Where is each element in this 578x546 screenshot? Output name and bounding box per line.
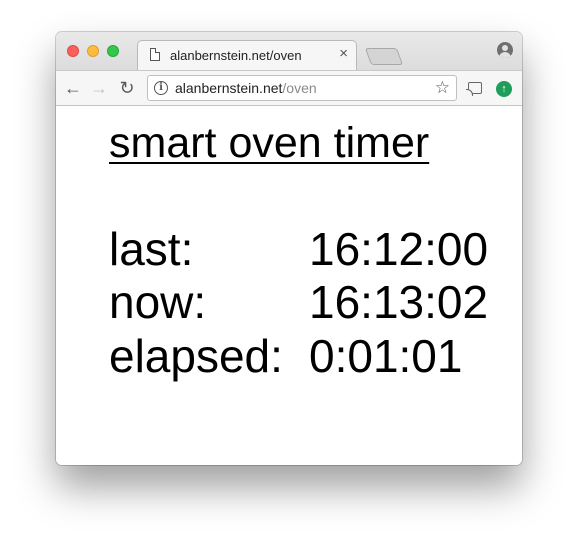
profile-icon[interactable] bbox=[497, 42, 513, 58]
tab-active[interactable]: alanbernstein.net/oven × bbox=[137, 40, 357, 70]
minimize-window-button[interactable] bbox=[87, 45, 99, 57]
url-host: alanbernstein.net bbox=[175, 80, 283, 96]
forward-arrow-icon[interactable]: → bbox=[88, 77, 110, 99]
last-label: last: bbox=[109, 223, 194, 275]
back-arrow-icon[interactable]: ← bbox=[62, 77, 84, 99]
address-bar[interactable]: i alanbernstein.net/oven ☆ bbox=[147, 75, 457, 101]
reload-icon[interactable]: ↻ bbox=[116, 77, 138, 99]
info-icon[interactable]: i bbox=[154, 81, 168, 95]
cast-icon[interactable] bbox=[466, 82, 482, 96]
bookmark-star-icon[interactable]: ☆ bbox=[435, 78, 450, 98]
page-title: smart oven timer bbox=[109, 119, 430, 167]
maximize-window-button[interactable] bbox=[107, 45, 119, 57]
browser-window: alanbernstein.net/oven × ← → ↻ i alanber… bbox=[56, 32, 522, 465]
tab-title: alanbernstein.net/oven bbox=[170, 48, 302, 63]
elapsed-label: elapsed: bbox=[109, 330, 283, 382]
tab-close-icon[interactable]: × bbox=[339, 46, 348, 62]
now-value: 16:13:02 bbox=[309, 276, 489, 328]
close-window-button[interactable] bbox=[67, 45, 79, 57]
elapsed-value: 0:01:01 bbox=[309, 330, 463, 382]
now-label: now: bbox=[109, 276, 207, 328]
url-path: /oven bbox=[282, 80, 317, 96]
last-value: 16:12:00 bbox=[309, 223, 489, 275]
page-content: smart oven timer last: 16:12:00 now: 16:… bbox=[56, 106, 522, 465]
new-tab-button[interactable] bbox=[364, 48, 404, 65]
browser-toolbar: ← → ↻ i alanbernstein.net/oven ☆ ↑ bbox=[56, 70, 522, 106]
extension-icon[interactable]: ↑ bbox=[496, 81, 512, 97]
url-text[interactable]: alanbernstein.net/oven bbox=[175, 80, 317, 96]
document-icon bbox=[150, 48, 160, 61]
tab-strip: alanbernstein.net/oven × bbox=[56, 32, 522, 70]
